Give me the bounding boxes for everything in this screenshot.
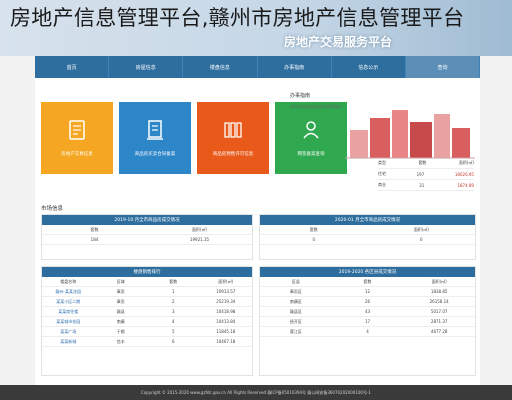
table-header: 楼盘名称 区域 套数 面积(㎡) <box>42 277 252 287</box>
nav-item-guide[interactable]: 办事指南 <box>258 56 332 78</box>
table-row: 某某广场 于都 5 11845.18 <box>42 327 252 337</box>
contract-icon <box>147 120 163 140</box>
table-row: 商业 31 1874.89 <box>378 180 474 191</box>
table-row: 赣县区 43 5017.07 <box>260 307 475 317</box>
project-link[interactable]: 某某新城 <box>42 339 95 345</box>
project-link[interactable]: 某某城市花园 <box>42 319 95 325</box>
project-link[interactable]: 赣州-某某花园 <box>42 289 95 295</box>
panel-district-stats: 2019-2020 各区县成交情况 区县 套数 面积(㎡) 章贡区 12 183… <box>259 266 476 376</box>
tile-transaction-info[interactable]: 房地产交易信息 <box>41 102 113 174</box>
nav-item-home[interactable]: 首页 <box>35 56 110 78</box>
panel-title: 2020-01 月全市商品房成交情况 <box>260 215 475 225</box>
table-row: 184 19921.35 <box>42 235 252 245</box>
table-header: 区县 套数 面积(㎡) <box>260 277 475 287</box>
tile-label: 房地产交易信息 <box>61 152 93 157</box>
overlay-title: 房地产信息管理平台,赣州市房地产信息管理平台 <box>10 6 465 30</box>
project-link[interactable]: 某某商住楼 <box>42 309 95 315</box>
panel-monthly-stats-left: 2019-10 月全市商品房成交情况 套数 面积(㎡) 184 19921.35 <box>41 214 253 260</box>
table-row: 经开区 17 2871.37 <box>260 317 475 327</box>
table-header: 套数 面积(㎡) <box>42 225 252 235</box>
tile-label: 商品房买卖合同备案 <box>134 152 176 157</box>
user-icon <box>303 121 319 139</box>
panel-project-ranking: 楼盘销售排行 楼盘名称 区域 套数 面积(㎡) 赣州-某某花园 章贡 1 109… <box>41 266 253 376</box>
panel-title: 2019-10 月全市商品房成交情况 <box>42 215 252 225</box>
table-row: 住宅 197 18026.95 <box>378 169 474 180</box>
monthly-summary-table: 类型 套数 面积(㎡) 住宅 197 18026.95 商业 31 1874.8… <box>378 158 474 191</box>
nav-item-query[interactable]: 查询 <box>405 56 481 78</box>
tile-online-signing-query[interactable]: 网签备案查询 <box>275 102 347 174</box>
files-icon <box>224 122 242 138</box>
table-row: 章贡区 12 1838.85 <box>260 287 475 297</box>
tile-label: 商品房预售许可信息 <box>212 152 254 157</box>
table-row: 赣州-某某花园 章贡 1 10913.57 <box>42 287 252 297</box>
table-header: 套数 面积(㎡) <box>260 225 475 235</box>
guide-subtitle: 本月全市商品房成交情况统计 <box>290 104 342 109</box>
table-row: 某某城市花园 南康 4 10413.84 <box>42 317 252 327</box>
nav-item-housing[interactable]: 房屋信息 <box>109 56 184 78</box>
panel-title: 楼盘销售排行 <box>42 267 252 277</box>
building-illustration <box>345 110 475 159</box>
table-row: 某某商住楼 赣县 3 10418.98 <box>42 307 252 317</box>
table-row: 蓉江区 4 4677.28 <box>260 327 475 337</box>
market-info-heading: 市场信息 <box>41 206 64 212</box>
project-link[interactable]: 某某小区二期 <box>42 299 95 305</box>
table-row: 某某小区二期 章贡 2 25219.34 <box>42 297 252 307</box>
footer-copyright: Copyright © 2015-2020 www.gzfdc.gov.cn A… <box>0 385 512 400</box>
tile-contract-filing[interactable]: 商品房买卖合同备案 <box>119 102 191 174</box>
panel-monthly-stats-right: 2020-01 月全市商品房成交情况 套数 面积(㎡) 0 0 <box>259 214 476 260</box>
nav-item-projects[interactable]: 楼盘信息 <box>183 56 258 78</box>
banner-title: 房地产交易服务平台 <box>284 35 393 49</box>
nav-item-public-info[interactable]: 信息公示 <box>332 56 406 78</box>
document-icon <box>69 120 85 140</box>
table-row: 南康区 26 26158.14 <box>260 297 475 307</box>
service-tiles: 房地产交易信息 商品房买卖合同备案 商品房预售许可信息 网签备案查询 <box>41 102 347 174</box>
main-nav: 首页 房屋信息 楼盘信息 办事指南 信息公示 查询 <box>35 56 481 78</box>
tile-label: 网签备案查询 <box>297 152 325 157</box>
table-row: 0 0 <box>260 235 475 245</box>
tile-presale-permit[interactable]: 商品房预售许可信息 <box>197 102 269 174</box>
guide-heading: 办事指南 <box>290 93 311 99</box>
table-row: 某某新城 信丰 6 10467.18 <box>42 337 252 347</box>
panel-title: 2019-2020 各区县成交情况 <box>260 267 475 277</box>
table-row: 类型 套数 面积(㎡) <box>378 158 474 169</box>
project-link[interactable]: 某某广场 <box>42 329 95 335</box>
content-area: 房地产交易信息 商品房买卖合同备案 商品房预售许可信息 网签备案查询 办事指南 … <box>35 78 480 385</box>
